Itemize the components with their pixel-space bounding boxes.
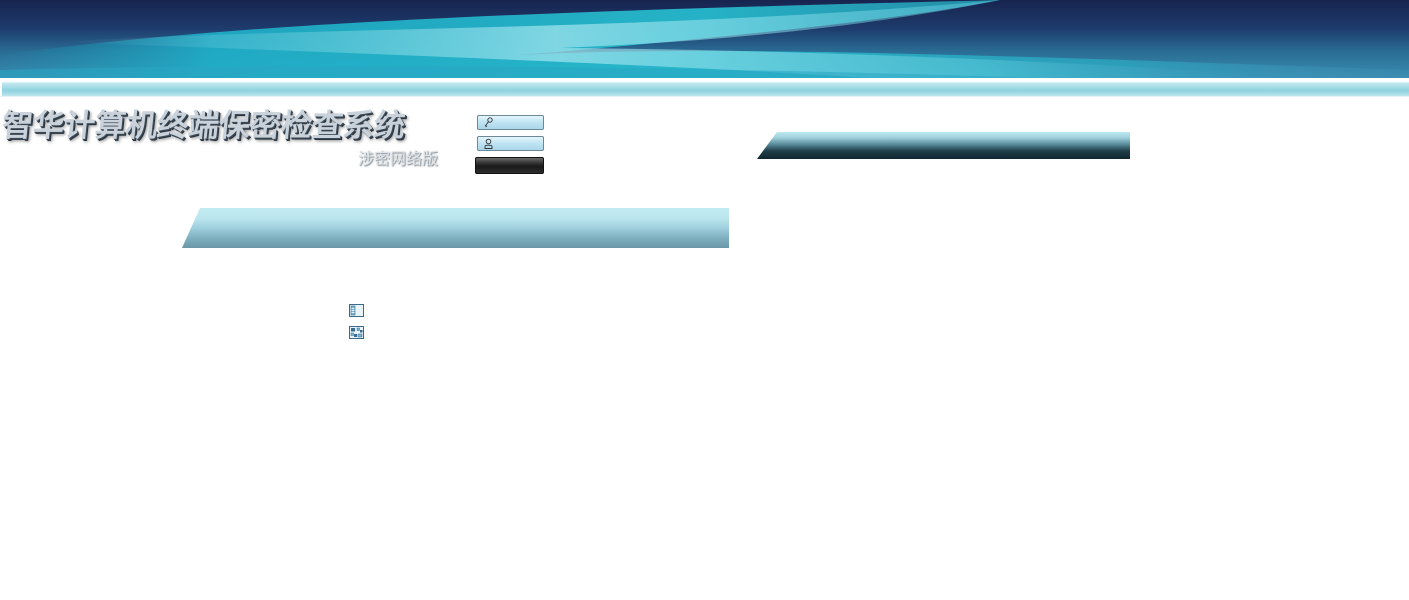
banner-highlight-band [0, 78, 1409, 97]
grid-layout-icon [349, 325, 364, 339]
nav-link-1[interactable] [349, 303, 368, 317]
app-subtitle: 涉密网络版 [357, 149, 438, 168]
window-layout-icon [349, 303, 364, 317]
password-field[interactable] [477, 115, 544, 130]
top-banner [0, 0, 1409, 80]
username-field[interactable] [477, 136, 544, 151]
app-title: 智华计算机终端保密检查系统 [0, 108, 407, 144]
right-panel-header [757, 132, 1130, 159]
key-icon [484, 117, 493, 127]
password-input[interactable] [495, 116, 543, 129]
banner-wave-graphic [0, 0, 1409, 80]
login-button[interactable] [475, 157, 544, 174]
nav-link-2[interactable] [349, 325, 368, 339]
user-icon [484, 138, 493, 149]
username-input[interactable] [495, 137, 543, 150]
left-panel-header [182, 208, 729, 248]
